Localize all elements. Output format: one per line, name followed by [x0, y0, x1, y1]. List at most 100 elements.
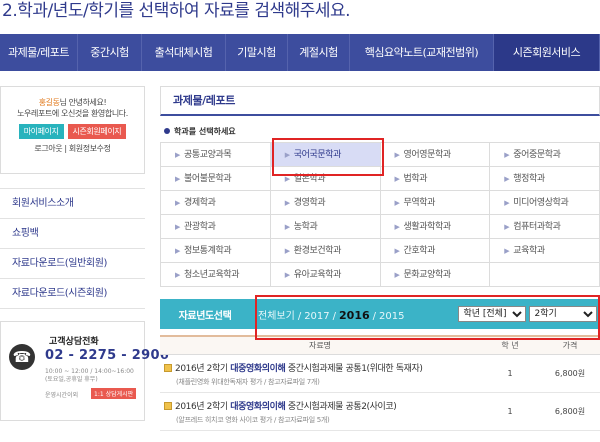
major-label: 교육학과: [513, 246, 545, 256]
welcome-box: 홍길동님 안녕하세요! 노우레포트에 오신것을 환영합니다. 마이페이지 시즌회…: [0, 86, 145, 174]
page: 2.학과/년도/학기를 선택하여 자료를 검색해주세요. 과제물/레포트 중간시…: [0, 0, 600, 442]
nav-attendance-exam[interactable]: 출석대체시험: [142, 34, 226, 71]
major-label: 경영학과: [293, 198, 326, 208]
edit-profile-link[interactable]: 회원정보수정: [69, 144, 111, 153]
season-page-button[interactable]: 시즌회원페이지: [67, 124, 127, 139]
cs-hours-line2: (토요일,공휴일 휴무): [45, 376, 98, 383]
welcome-buttons: 마이페이지 시즌회원페이지: [1, 124, 144, 139]
arrow-icon: ▶: [284, 271, 290, 279]
sidebar-item-service-intro[interactable]: 회원서비스소개: [0, 189, 145, 219]
sidebar-menu: 회원서비스소개 쇼핑백 자료다운로드(일반회원) 자료다운로드(시즌회원): [0, 188, 145, 309]
nav-season-member[interactable]: 시즌회원서비스: [494, 34, 600, 71]
row-price: 6,800원: [554, 407, 586, 416]
major-cell[interactable]: ▶ 생활과학학과: [380, 215, 491, 239]
sub-title-text: 학과를 선택하세요: [174, 127, 236, 136]
sidebar-item-download-general[interactable]: 자료다운로드(일반회원): [0, 249, 145, 279]
major-cell[interactable]: ▶ 경영학과: [270, 191, 381, 215]
bullet-icon: [164, 128, 170, 134]
sidebar-item-shopping-bag[interactable]: 쇼핑백: [0, 219, 145, 249]
section-title: 과제물/레포트: [160, 86, 600, 116]
row-title-keyword: 대중영화의이해: [230, 401, 286, 412]
major-cell[interactable]: ▶ 문화교양학과: [380, 263, 491, 287]
major-cell[interactable]: ▶ 무역학과: [380, 191, 491, 215]
highlight-box-major: [272, 138, 384, 176]
major-label: 컴퓨터과학과: [513, 222, 561, 232]
welcome-line2: 노우레포트에 오신것을 환영합니다.: [17, 109, 128, 118]
arrow-icon: ▶: [175, 271, 180, 279]
major-cell[interactable]: ▶ 정보통계학과: [161, 239, 271, 263]
major-label: 불어불문학과: [183, 174, 232, 184]
nav-report[interactable]: 과제물/레포트: [0, 34, 78, 71]
major-label: 환경보건학과: [293, 246, 342, 256]
major-cell[interactable]: ▶ 환경보건학과: [270, 239, 381, 263]
major-cell[interactable]: ▶ 농학과: [270, 215, 381, 239]
major-label: 중어중문학과: [513, 150, 561, 160]
phone-icon: ☎: [9, 344, 35, 370]
arrow-icon: ▶: [504, 247, 510, 255]
row-title-keyword: 대중영화의이해: [230, 363, 286, 374]
table-row[interactable]: 2016년 2학기 대중영화의이해 중간시험과제물 공통1(위대한 독재자) (…: [160, 355, 600, 393]
major-label: 공통교양과목: [183, 150, 232, 160]
arrow-icon: ▶: [394, 271, 400, 279]
major-cell[interactable]: ▶ 교육학과: [490, 239, 600, 263]
row-main: 2016년 2학기 대중영화의이해 중간시험과제물 공통1(위대한 독재자) (…: [160, 361, 480, 387]
arrow-icon: ▶: [175, 199, 180, 207]
arrow-icon: ▶: [394, 247, 400, 255]
arrow-icon: ▶: [175, 175, 180, 183]
major-cell[interactable]: ▶ 관광학과: [161, 215, 271, 239]
row-title[interactable]: 2016년 2학기 대중영화의이해 중간시험과제물 공통2(사이코): [164, 399, 480, 412]
arrow-icon: ▶: [175, 247, 180, 255]
major-cell[interactable]: ▶ 컴퓨터과학과: [490, 215, 600, 239]
nav-seasonal[interactable]: 계절시험: [288, 34, 350, 71]
nav-midterm[interactable]: 중간시험: [78, 34, 142, 71]
major-cell[interactable]: ▶ 공통교양과목: [161, 143, 271, 167]
cs-phone: 02 - 2275 - 2906: [45, 348, 170, 363]
cs-chat-button[interactable]: 1:1 상담게시판: [91, 388, 137, 399]
row-sub-pre: (알프레드 히치코 영화 사이코 평가: [176, 415, 273, 424]
mypage-button[interactable]: 마이페이지: [18, 124, 64, 139]
major-cell[interactable]: ▶ 간호학과: [380, 239, 491, 263]
major-label: 유아교육학과: [293, 270, 342, 280]
arrow-icon: ▶: [284, 175, 290, 183]
major-cell[interactable]: ▶ 영어영문학과: [380, 143, 491, 167]
row-title-post: 중간시험과제물 공통1(위대한 독재자): [285, 363, 423, 374]
row-sub-post: / 참고자료파일 7개): [262, 377, 320, 386]
major-label: 간호학과: [403, 246, 436, 256]
row-subtitle: (알프레드 히치코 영화 사이코 평가 / 참고자료파일 5개): [164, 415, 480, 425]
welcome-suffix: 님 안녕하세요!: [59, 98, 107, 107]
sidebar-item-download-season[interactable]: 자료다운로드(시즌회원): [0, 279, 145, 309]
username: 홍길동: [38, 98, 60, 107]
row-title-pre: 2016년 2학기: [175, 363, 231, 374]
arrow-icon: ▶: [394, 151, 400, 159]
arrow-icon: ▶: [504, 175, 510, 183]
major-cell[interactable]: ▶ 미디어영상학과: [490, 191, 600, 215]
table-row[interactable]: 2016년 2학기 대중영화의이해 중간시험과제물 공통2(사이코) (알프레드…: [160, 393, 600, 431]
top-navigation: 과제물/레포트 중간시험 출석대체시험 기말시험 계절시험 핵심요약노트(교재전…: [0, 34, 600, 71]
nav-final[interactable]: 기말시험: [226, 34, 288, 71]
arrow-icon: ▶: [394, 223, 400, 231]
major-cell[interactable]: ▶ 경제학과: [161, 191, 271, 215]
arrow-icon: ▶: [504, 223, 510, 231]
arrow-icon: ▶: [394, 175, 400, 183]
row-title-pre: 2016년 2학기: [175, 401, 231, 412]
major-label: 미디어영상학과: [513, 198, 569, 208]
cs-chat-label: 운영시간이외: [45, 392, 79, 399]
arrow-icon: ▶: [504, 151, 510, 159]
logout-link[interactable]: 로그아웃: [34, 144, 62, 153]
major-label: 농학과: [293, 222, 318, 232]
nav-summary-note[interactable]: 핵심요약노트(교재전범위): [350, 34, 494, 71]
major-cell[interactable]: ▶ 중어중문학과: [490, 143, 600, 167]
major-cell[interactable]: ▶ 법학과: [380, 167, 491, 191]
row-subtitle: (채플린영화 위대한독재자 평가 / 참고자료파일 7개): [164, 377, 480, 387]
major-cell[interactable]: ▶ 불어불문학과: [161, 167, 271, 191]
major-label: 법학과: [403, 174, 428, 184]
row-title[interactable]: 2016년 2학기 대중영화의이해 중간시험과제물 공통1(위대한 독재자): [164, 361, 480, 374]
major-cell[interactable]: ▶ 행정학과: [490, 167, 600, 191]
cs-hours: 10:00 ~ 12:00 / 14:00~16:00 (토요일,공휴일 휴무): [45, 368, 134, 384]
major-cell[interactable]: ▶ 유아교육학과: [270, 263, 381, 287]
major-label: 정보통계학과: [183, 246, 232, 256]
major-cell[interactable]: ▶ 청소년교육학과: [161, 263, 271, 287]
major-label: 관광학과: [183, 222, 216, 232]
arrow-icon: ▶: [284, 199, 290, 207]
arrow-icon: ▶: [284, 247, 290, 255]
